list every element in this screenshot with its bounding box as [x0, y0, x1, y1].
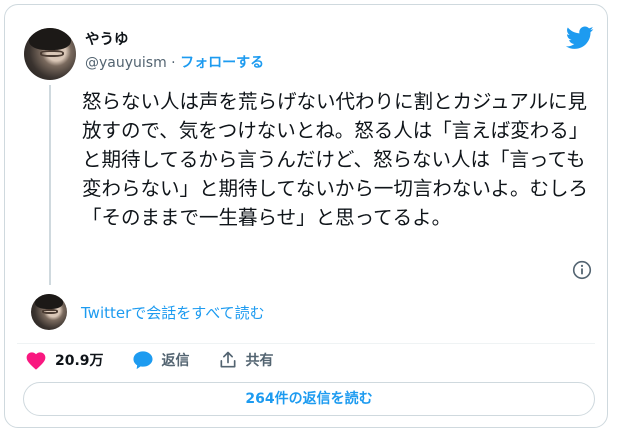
conversation-avatar[interactable] [31, 294, 67, 330]
avatar-hair [34, 294, 64, 310]
info-icon[interactable] [572, 260, 592, 280]
twitter-bird-icon[interactable] [566, 26, 594, 50]
reply-label: 返信 [161, 353, 190, 369]
like-count: 20.9万 [55, 353, 104, 369]
author-handle[interactable]: @yauyuism [85, 55, 167, 71]
like-button[interactable]: 20.9万 [25, 350, 104, 370]
action-bar: 20.9万 返信 共有 [25, 349, 302, 371]
heart-icon [26, 352, 46, 370]
follow-button[interactable]: フォローする [180, 55, 264, 71]
read-replies-button[interactable]: 264件の返信を読む [23, 382, 595, 416]
author-display-name[interactable]: やうゆ [85, 28, 129, 49]
author-handle-row: @yauyuism · フォローする [85, 52, 264, 72]
avatar-glasses [39, 49, 64, 58]
share-icon [220, 351, 236, 368]
reply-button[interactable]: 返信 [132, 350, 190, 370]
thread-line [49, 85, 51, 285]
reply-bubble-icon [133, 351, 153, 370]
avatar-hair [29, 28, 71, 50]
read-conversation-link[interactable]: Twitterで会話をすべて読む [81, 302, 265, 323]
divider [17, 343, 595, 344]
share-label: 共有 [245, 353, 274, 369]
tweet-text: 怒らない人は声を荒らげない代わりに割とカジュアルに見放すので、気をつけないとね。… [82, 90, 589, 229]
tweet-card: やうゆ @yauyuism · フォローする 怒らない人は声を荒らげない代わりに… [4, 4, 608, 428]
author-avatar[interactable] [24, 28, 76, 80]
avatar-glasses [41, 309, 59, 315]
share-button[interactable]: 共有 [218, 350, 274, 370]
handle-separator: · [171, 55, 176, 71]
